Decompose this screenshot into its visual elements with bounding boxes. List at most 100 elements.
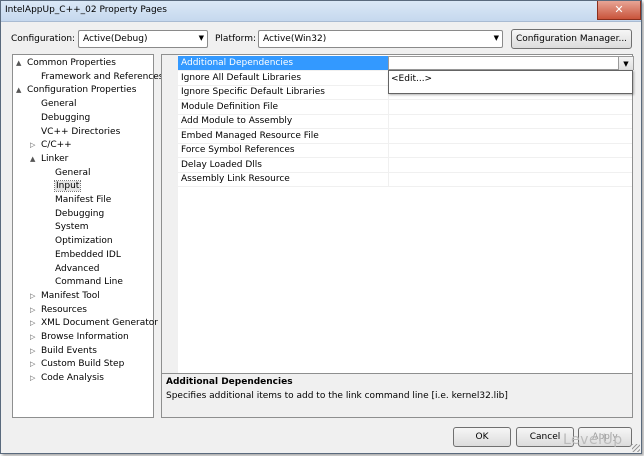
property-name: Ignore Specific Default Libraries xyxy=(181,87,325,97)
expanded-triangle-icon[interactable]: ▲ xyxy=(30,153,35,166)
dropdown-popup[interactable]: <Edit...> xyxy=(388,70,633,94)
chevron-down-icon: ▼ xyxy=(493,34,499,42)
close-button[interactable]: ✕ xyxy=(597,1,641,20)
watermark: LevelUp xyxy=(563,432,623,448)
collapsed-triangle-icon[interactable]: ▷ xyxy=(30,331,35,344)
tree-item[interactable]: ▷ XML Document Generator xyxy=(30,317,158,330)
property-value[interactable] xyxy=(388,157,633,172)
tree-item[interactable]: General xyxy=(41,98,76,111)
tree-item-label: Debugging xyxy=(41,112,91,123)
chevron-down-icon[interactable]: ▼ xyxy=(618,57,633,71)
collapsed-triangle-icon[interactable]: ▷ xyxy=(30,290,35,303)
collapsed-triangle-icon[interactable]: ▷ xyxy=(30,358,35,371)
property-name: Ignore All Default Libraries xyxy=(181,72,302,83)
property-value[interactable] xyxy=(388,99,633,114)
tree-item-label: Build Events xyxy=(41,345,97,356)
property-value[interactable] xyxy=(388,114,633,128)
property-row[interactable]: Force Symbol References xyxy=(178,143,632,158)
tree-item[interactable]: System xyxy=(55,221,89,234)
tree-item-label: Common Properties xyxy=(27,58,116,68)
tree-item[interactable]: ▷ Code Analysis xyxy=(30,372,104,385)
tree-item-label: Framework and References xyxy=(41,71,164,82)
tree-item-label: Input xyxy=(53,180,82,193)
tree-item-label: Advanced xyxy=(55,263,100,274)
expanded-triangle-icon[interactable]: ▲ xyxy=(16,57,21,70)
tree-item[interactable]: Input xyxy=(53,180,82,193)
tree-item[interactable]: ▲ Common Properties xyxy=(16,57,116,70)
tree-item-label: XML Document Generator xyxy=(41,318,158,329)
configuration-manager-button[interactable]: Configuration Manager... xyxy=(511,29,632,49)
property-row[interactable]: Module Definition File xyxy=(178,99,633,115)
property-name: Delay Loaded Dlls xyxy=(181,159,262,170)
tree-item-label: Command Line xyxy=(55,277,123,288)
tree-item[interactable]: ▲ Configuration Properties xyxy=(16,84,137,97)
tree-item[interactable]: ▷ Manifest Tool xyxy=(30,290,100,303)
tree-item-label: Linker xyxy=(41,153,69,164)
property-name: Force Symbol References xyxy=(181,145,295,155)
tree-item-label: C/C++ xyxy=(41,140,72,151)
platform-label: Platform: xyxy=(215,34,256,44)
ok-button[interactable]: OK xyxy=(453,427,511,447)
collapsed-triangle-icon[interactable]: ▷ xyxy=(30,139,35,152)
property-name: Embed Managed Resource File xyxy=(181,130,319,141)
tree-item-label: Code Analysis xyxy=(41,373,104,384)
property-row[interactable]: Additional Dependencies ▼ xyxy=(178,56,634,71)
property-row[interactable]: Delay Loaded Dlls xyxy=(178,157,633,173)
tree-item-label: Debugging xyxy=(55,208,105,219)
tree-item[interactable]: VC++ Directories xyxy=(41,126,120,139)
chevron-down-icon: ▼ xyxy=(198,34,204,42)
resize-grip[interactable] xyxy=(632,444,640,452)
property-name: Add Module to Assembly xyxy=(181,116,293,126)
tree-item-label: Manifest Tool xyxy=(41,290,100,301)
collapsed-triangle-icon[interactable]: ▷ xyxy=(30,345,35,358)
tree-item[interactable]: Debugging xyxy=(41,112,90,125)
property-value[interactable]: ▼ xyxy=(388,56,634,71)
property-name: Additional Dependencies xyxy=(181,58,294,68)
tree-item[interactable]: Framework and References xyxy=(41,71,163,84)
grid-gutter xyxy=(162,55,178,373)
tree-item-label: Optimization xyxy=(55,236,113,247)
tree-item[interactable]: ▷ Resources xyxy=(30,304,87,317)
tree-item-label: Browse Information xyxy=(41,332,129,342)
tree-item[interactable]: General xyxy=(55,167,90,180)
collapsed-triangle-icon[interactable]: ▷ xyxy=(30,317,35,330)
edit-option[interactable]: <Edit...> xyxy=(391,74,432,84)
tree-item[interactable]: Manifest File xyxy=(55,194,111,207)
property-value[interactable] xyxy=(388,172,633,186)
tree-item[interactable]: Debugging xyxy=(55,208,104,221)
tree-item-label: Embedded IDL xyxy=(55,249,121,260)
property-row[interactable]: Add Module to Assembly xyxy=(178,114,632,129)
property-row[interactable]: Assembly Link Resource xyxy=(178,172,632,187)
configuration-combo[interactable]: Active(Debug) ▼ xyxy=(78,30,208,48)
property-grid: Additional Dependencies ▼ Ignore All Defau… xyxy=(161,54,634,374)
platform-value: Active(Win32) xyxy=(263,34,327,44)
tree-item[interactable]: Advanced xyxy=(55,263,99,276)
tree-item[interactable]: Embedded IDL xyxy=(55,249,121,262)
property-pages-window: IntelAppUp_C++_02 Property Pages ✕ Confi… xyxy=(0,0,642,454)
configuration-value: Active(Debug) xyxy=(83,34,148,44)
tree-item[interactable]: Command Line xyxy=(55,276,123,289)
platform-combo[interactable]: Active(Win32) ▼ xyxy=(258,30,503,48)
tree-item-label: Custom Build Step xyxy=(41,359,125,370)
property-row[interactable]: Embed Managed Resource File xyxy=(178,128,633,144)
tree-item-label: General xyxy=(55,167,91,178)
tree-item[interactable]: Optimization xyxy=(55,235,113,248)
description-text: Specifies additional items to add to the… xyxy=(166,391,508,401)
property-value[interactable] xyxy=(388,143,633,157)
title-bar: IntelAppUp_C++_02 Property Pages ✕ xyxy=(1,1,641,22)
tree-item[interactable]: ▲ Linker xyxy=(30,153,69,166)
tree-item[interactable]: ▷ Browse Information xyxy=(30,331,129,344)
collapsed-triangle-icon[interactable]: ▷ xyxy=(30,304,35,317)
tree-item[interactable]: ▷ Build Events xyxy=(30,345,97,358)
tree-item[interactable]: ▷ Custom Build Step xyxy=(30,358,125,371)
property-name: Module Definition File xyxy=(181,101,279,112)
collapsed-triangle-icon[interactable]: ▷ xyxy=(30,372,35,385)
description-panel: Additional Dependencies Specifies additi… xyxy=(161,373,633,418)
property-value[interactable] xyxy=(388,128,633,143)
property-tree: ▲ Common Properties Framework and Referenc… xyxy=(12,54,163,418)
tree-item[interactable]: ▷ C/C++ xyxy=(30,139,72,152)
tree-item-label: Configuration Properties xyxy=(27,85,137,96)
expanded-triangle-icon[interactable]: ▲ xyxy=(16,84,21,97)
window-title: IntelAppUp_C++_02 Property Pages xyxy=(5,5,167,15)
configuration-label: Configuration: xyxy=(11,34,76,44)
